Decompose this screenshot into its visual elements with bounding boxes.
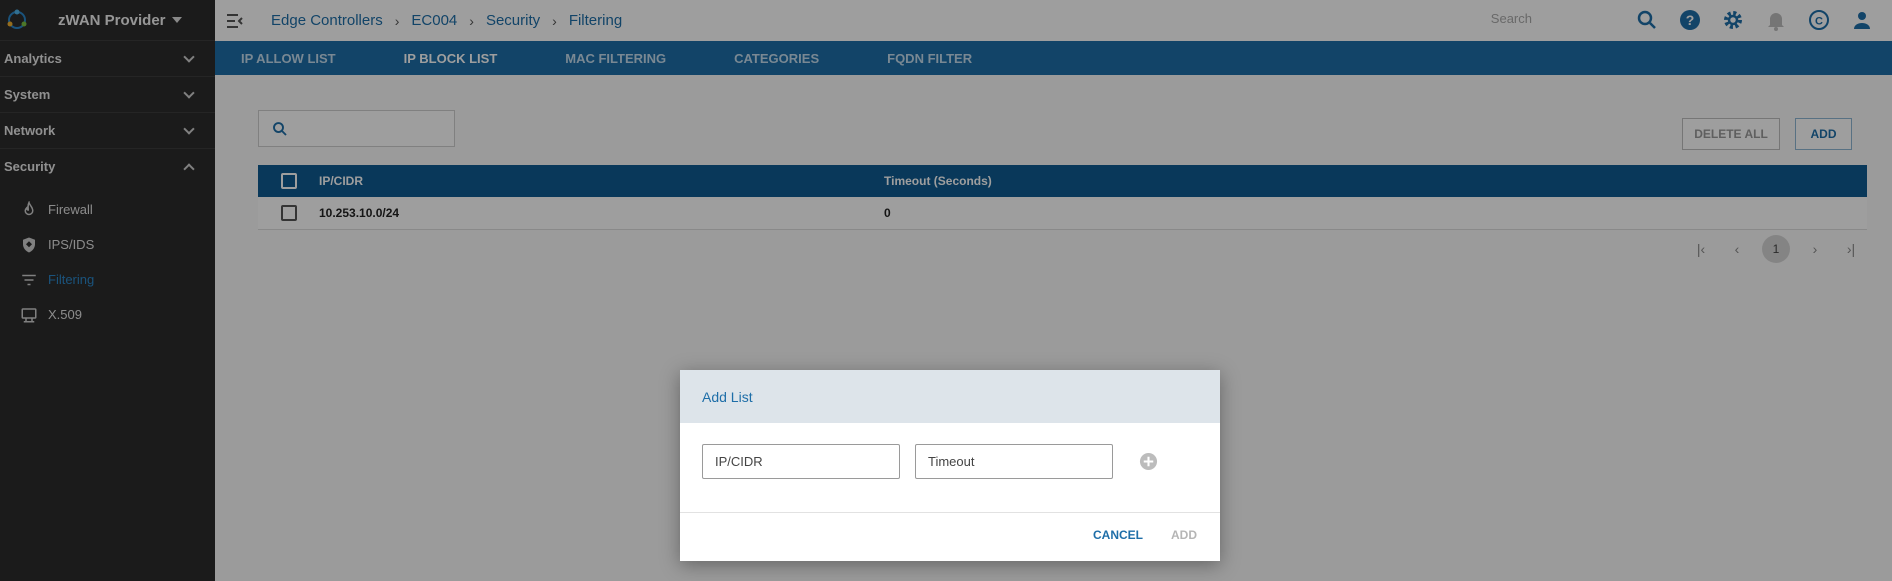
add-row-icon[interactable]: [1139, 452, 1158, 471]
dialog-actions: CANCEL ADD: [680, 513, 1220, 561]
add-list-dialog: Add List CANCEL ADD: [680, 370, 1220, 561]
timeout-input[interactable]: [915, 444, 1113, 479]
dialog-title: Add List: [680, 370, 1220, 423]
dialog-body: [680, 423, 1220, 513]
dialog-add-button[interactable]: ADD: [1171, 528, 1197, 542]
ip-cidr-input[interactable]: [702, 444, 900, 479]
cancel-button[interactable]: CANCEL: [1093, 528, 1143, 542]
